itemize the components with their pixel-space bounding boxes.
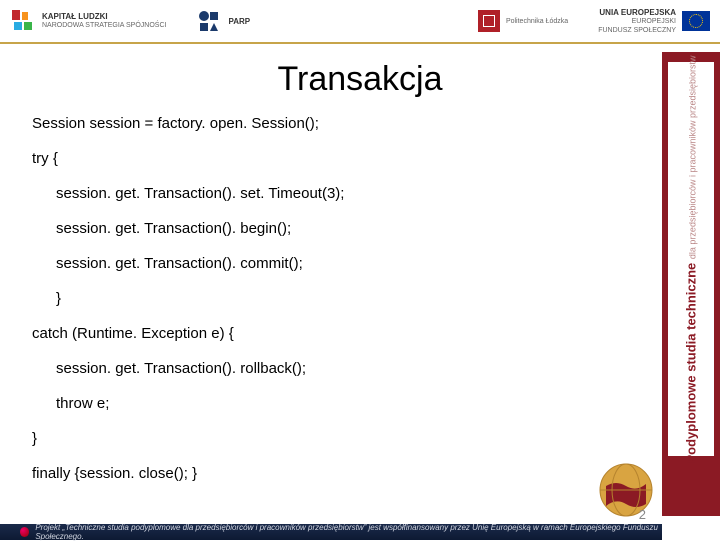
- code-line: session. get. Transaction(). rollback();: [32, 358, 578, 379]
- page-number: 2: [639, 507, 646, 522]
- sidebar-banner: Podyplomowe studia techniczne dla przeds…: [662, 52, 720, 516]
- code-line: finally {session. close(); }: [32, 463, 578, 484]
- parp-icon: [196, 8, 222, 34]
- politechnika-icon: [478, 10, 500, 32]
- eu-flag-icon: [682, 11, 710, 31]
- code-line: session. get. Transaction(). begin();: [32, 218, 578, 239]
- sidebar-main-text: Podyplomowe studia techniczne: [684, 262, 699, 463]
- logo-kl-name: KAPITAŁ LUDZKI: [42, 12, 166, 21]
- code-block: Session session = factory. open. Session…: [0, 113, 610, 484]
- logo-eu-sub: EUROPEJSKI FUNDUSZ SPOŁECZNY: [598, 17, 676, 35]
- code-line: try {: [32, 148, 578, 169]
- logo-politechnika: Politechnika Łódzka: [478, 10, 568, 32]
- slide-title: Transakcja: [0, 60, 720, 99]
- footer-text: Projekt „Techniczne studia podyplomowe d…: [35, 523, 662, 541]
- footer-bar: Projekt „Techniczne studia podyplomowe d…: [0, 524, 662, 540]
- sidebar-inner: Podyplomowe studia techniczne dla przeds…: [668, 62, 714, 456]
- sidebar-sub-text: dla przedsiębiorców i pracowników przeds…: [688, 55, 698, 259]
- logo-parp-name: PARP: [228, 17, 250, 26]
- logo-kapital-ludzki: KAPITAŁ LUDZKI NARODOWA STRATEGIA SPÓJNO…: [10, 8, 166, 34]
- globe-icon: [592, 454, 660, 522]
- header-logo-bar: KAPITAŁ LUDZKI NARODOWA STRATEGIA SPÓJNO…: [0, 0, 720, 44]
- kapital-ludzki-icon: [10, 8, 36, 34]
- logo-eu: UNIA EUROPEJSKA EUROPEJSKI FUNDUSZ SPOŁE…: [598, 8, 710, 35]
- code-line: Session session = factory. open. Session…: [32, 113, 578, 134]
- code-line: throw e;: [32, 393, 578, 414]
- logo-parp: PARP: [196, 8, 250, 34]
- logo-kl-sub: NARODOWA STRATEGIA SPÓJNOŚCI: [42, 21, 166, 30]
- logo-eu-name: UNIA EUROPEJSKA: [598, 8, 676, 17]
- code-line: }: [32, 428, 578, 449]
- code-line: session. get. Transaction(). set. Timeou…: [32, 183, 578, 204]
- logo-pl-sub: Politechnika Łódzka: [506, 17, 568, 26]
- code-line: session. get. Transaction(). commit();: [32, 253, 578, 274]
- code-line: catch (Runtime. Exception e) {: [32, 323, 578, 344]
- code-line: }: [32, 288, 578, 309]
- footer-dot-icon: [20, 527, 29, 537]
